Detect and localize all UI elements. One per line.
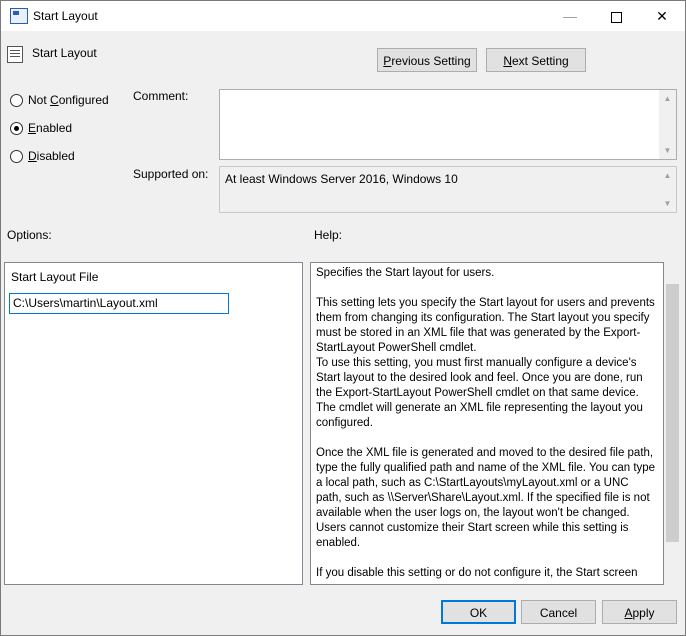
- help-scroll-thumb[interactable]: [666, 284, 679, 542]
- radio-disabled-label: Disabled: [28, 149, 75, 163]
- help-scrollbar[interactable]: [664, 262, 681, 585]
- maximize-button[interactable]: [593, 1, 639, 31]
- supported-on-value: At least Windows Server 2016, Windows 10: [225, 172, 458, 186]
- options-label: Options:: [7, 228, 52, 242]
- help-paragraph: Specifies the Start layout for users.: [316, 267, 495, 279]
- help-label: Help:: [314, 228, 343, 242]
- ok-button[interactable]: OK: [441, 600, 516, 624]
- supported-scroll-down-icon: ▼: [663, 199, 672, 208]
- help-panel: Specifies the Start layout for users. Th…: [310, 262, 664, 585]
- help-paragraph: This setting lets you specify the Start …: [316, 297, 655, 354]
- comment-scroll-down-icon[interactable]: ▼: [659, 142, 676, 159]
- comment-scroll-up-icon[interactable]: ▲: [659, 90, 676, 107]
- next-setting-button[interactable]: Next Setting: [486, 48, 586, 72]
- apply-accesskey: A: [624, 606, 633, 620]
- comment-scrollbar[interactable]: ▲ ▼: [659, 90, 676, 159]
- help-paragraph: If you disable this setting or do not co…: [316, 567, 638, 579]
- supported-on-box: At least Windows Server 2016, Windows 10…: [219, 166, 677, 213]
- radio-enabled-label: Enabled: [28, 121, 73, 135]
- previous-setting-button[interactable]: Previous Setting: [377, 48, 477, 72]
- radio-not-configured-circle: [10, 94, 23, 107]
- cancel-button[interactable]: Cancel: [521, 600, 596, 624]
- policy-setting-icon: [7, 46, 23, 63]
- radio-disabled-circle: [10, 150, 23, 163]
- next-setting-label: ext Setting: [511, 54, 569, 68]
- supported-scroll-up-icon: ▲: [663, 171, 672, 180]
- minimize-button[interactable]: —: [547, 1, 593, 31]
- apply-button[interactable]: Apply: [602, 600, 677, 624]
- help-text: Specifies the Start layout for users. Th…: [316, 266, 656, 584]
- supported-on-label: Supported on:: [133, 167, 209, 181]
- close-button[interactable]: ✕: [639, 1, 685, 31]
- comment-label: Comment:: [133, 89, 189, 103]
- maximize-icon: [610, 11, 622, 23]
- policy-editor-app-icon: [10, 8, 28, 24]
- apply-label: pply: [632, 606, 655, 620]
- next-setting-accesskey: N: [503, 54, 512, 68]
- title-bar: Start Layout — ✕: [1, 1, 685, 31]
- radio-not-configured-label: Not Configured: [28, 93, 109, 107]
- help-paragraph: Once the XML file is generated and moved…: [316, 447, 656, 549]
- previous-setting-label: revious Setting: [391, 54, 471, 68]
- supported-scrollbar: ▲ ▼: [659, 167, 676, 212]
- window-title: Start Layout: [33, 9, 98, 23]
- start-layout-file-input[interactable]: C:\Users\martin\Layout.xml: [9, 293, 229, 314]
- comment-textarea[interactable]: ▲ ▼: [219, 89, 677, 160]
- help-paragraph: To use this setting, you must first manu…: [316, 357, 643, 429]
- policy-name: Start Layout: [32, 46, 97, 60]
- radio-enabled-circle: [10, 122, 23, 135]
- dialog-window: Start Layout — ✕ Start Layout Previous S…: [0, 0, 686, 636]
- start-layout-file-label: Start Layout File: [11, 270, 99, 284]
